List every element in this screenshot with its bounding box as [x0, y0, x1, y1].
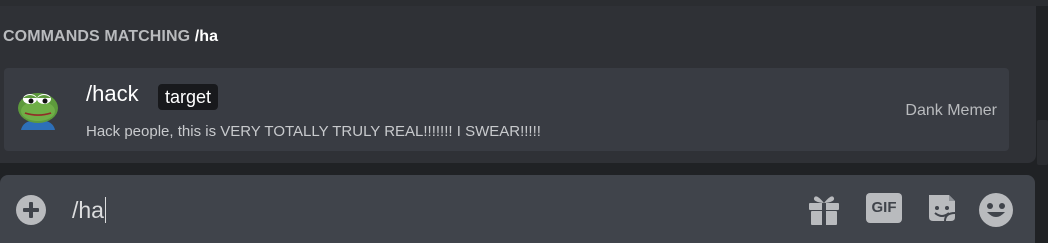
text-caret [104, 197, 106, 223]
gift-icon[interactable] [806, 191, 842, 227]
gif-button[interactable]: GIF [866, 193, 902, 223]
command-name: /hack [86, 81, 139, 106]
command-option-tag: target [158, 84, 219, 110]
message-input[interactable]: /ha [72, 195, 106, 225]
command-autocomplete-popup: COMMANDS MATCHING /ha /hack target Hack … [0, 6, 1036, 163]
command-app-name: Dank Memer [905, 102, 997, 119]
autocomplete-header-query: /ha [194, 28, 219, 45]
autocomplete-header-label: COMMANDS MATCHING [3, 28, 191, 45]
command-description: Hack people, this is VERY TOTALLY TRULY … [86, 123, 541, 140]
autocomplete-header: COMMANDS MATCHING /ha [3, 28, 218, 48]
sticker-icon[interactable] [925, 191, 959, 225]
message-input-value: /ha [72, 197, 104, 223]
smiley-icon[interactable] [978, 192, 1014, 228]
command-option-hack[interactable]: /hack target Hack people, this is VERY T… [4, 68, 1009, 151]
pepe-frog-avatar [13, 84, 63, 134]
scrollbar-track[interactable] [1037, 120, 1048, 165]
plus-circle-icon[interactable] [16, 195, 46, 225]
message-input-bar: /ha GIF [0, 175, 1035, 243]
